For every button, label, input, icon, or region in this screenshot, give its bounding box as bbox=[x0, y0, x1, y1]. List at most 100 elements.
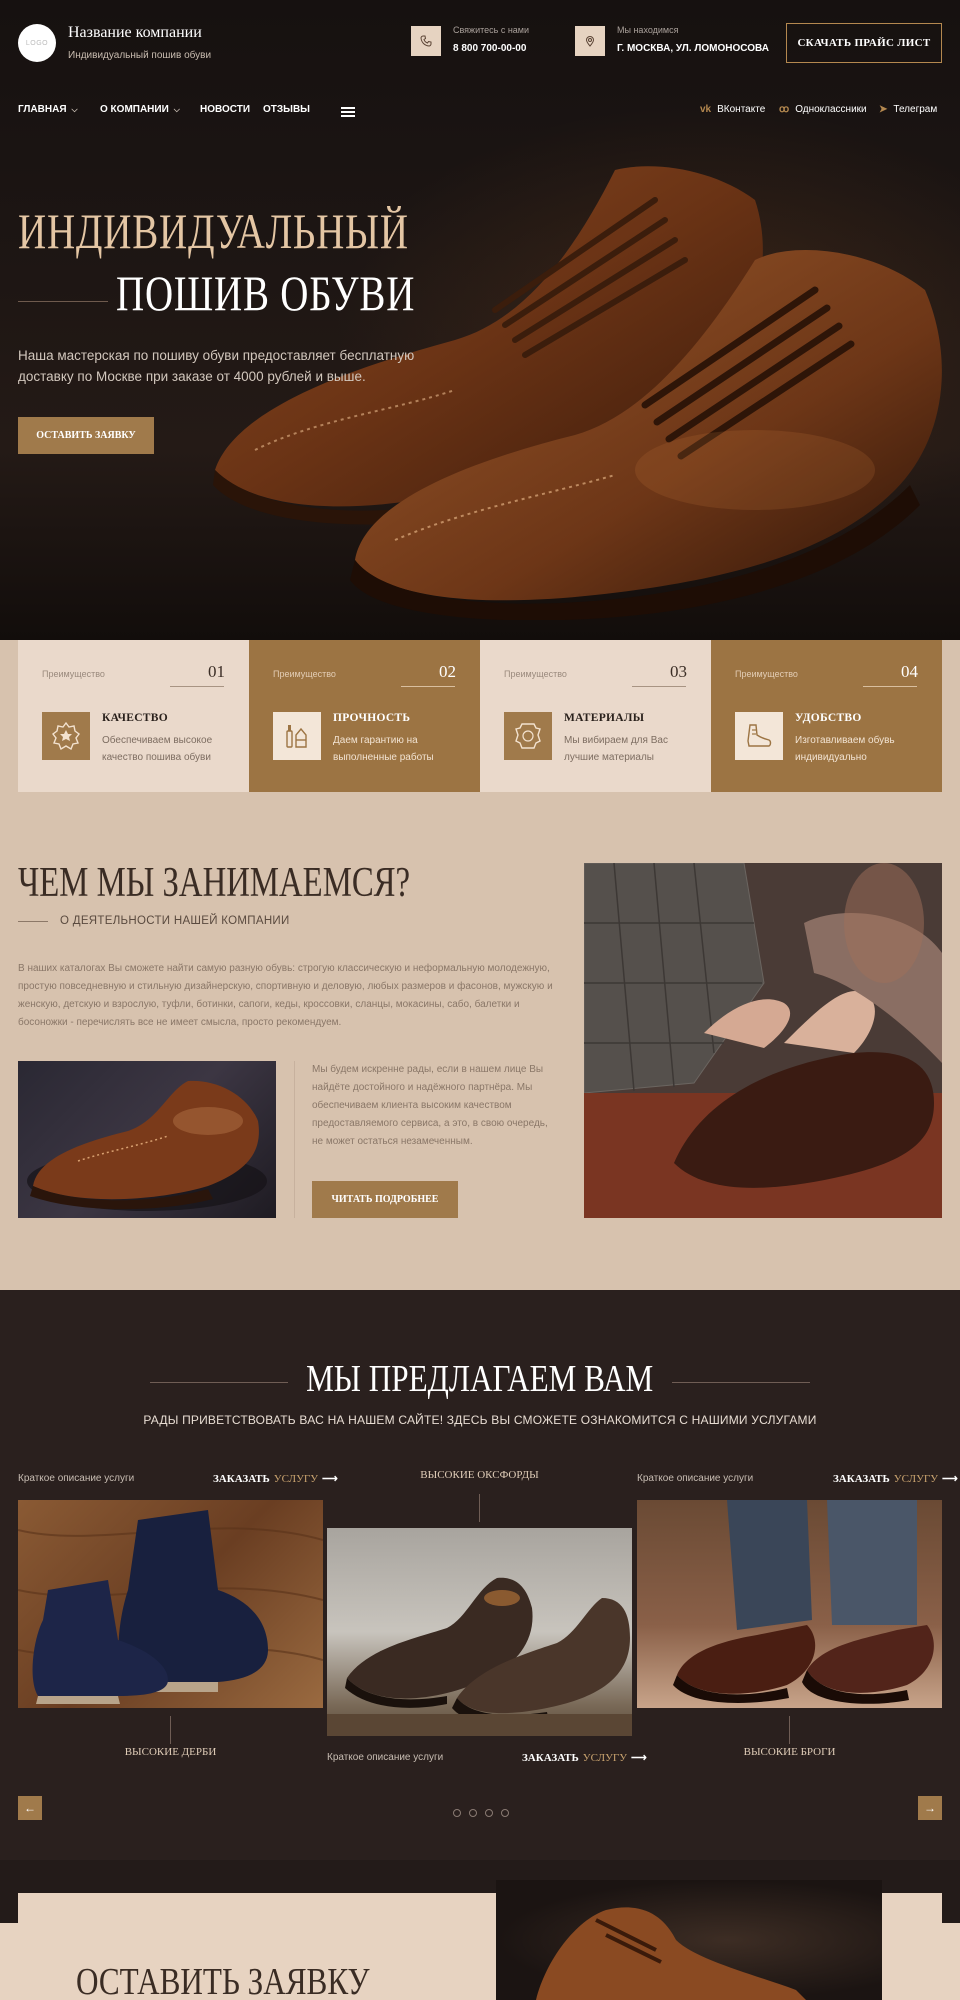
hero-request-button[interactable]: ОСТАВИТЬ ЗАЯВКУ bbox=[18, 417, 154, 454]
hero-title-line2: ПОШИВ ОБУВИ bbox=[116, 265, 416, 321]
menu-icon[interactable] bbox=[341, 107, 355, 117]
advantage-label: Преимущество bbox=[735, 669, 798, 679]
nav-item-label: НОВОСТИ bbox=[200, 104, 251, 115]
company-tagline: Индивидуальный пошив обуви bbox=[68, 50, 212, 61]
slider-next-button[interactable]: → bbox=[918, 1796, 942, 1820]
order-panel-right bbox=[882, 1893, 942, 2000]
social-label: Телеграм bbox=[893, 104, 938, 115]
advantage-title: УДОБСТВО bbox=[795, 712, 862, 724]
arrow-left-icon: ← bbox=[24, 1801, 36, 1815]
about-subtitle: О ДЕЯТЕЛЬНОСТИ НАШЕЙ КОМПАНИИ bbox=[60, 915, 290, 927]
service-card-connector bbox=[789, 1716, 790, 1744]
about-shoe-image bbox=[18, 1061, 276, 1218]
slider-dot[interactable] bbox=[453, 1809, 461, 1817]
order-label-accent: УСЛУГУ bbox=[273, 1472, 319, 1485]
advantage-divider bbox=[632, 686, 686, 687]
address-label: Мы находимся bbox=[617, 25, 679, 35]
about-text-main: В наших каталогах Вы сможете найти самую… bbox=[18, 963, 553, 1028]
order-service-button[interactable]: ЗАКАЗАТЬ УСЛУГУ ⟶ bbox=[522, 1751, 647, 1765]
order-label: ЗАКАЗАТЬ bbox=[213, 1472, 270, 1485]
order-shoe-image bbox=[496, 1880, 882, 2000]
service-card-label: Краткое описание услуги bbox=[18, 1473, 135, 1484]
service-card-image[interactable] bbox=[327, 1528, 632, 1736]
top-bar: LOGO Название компании Индивидуальный по… bbox=[0, 0, 960, 86]
chevron-down-icon: ⌵ bbox=[173, 104, 180, 114]
slider-prev-button[interactable]: ← bbox=[18, 1796, 42, 1820]
about-divider bbox=[294, 1061, 295, 1218]
social-telegram[interactable]: ➤ Телеграм bbox=[879, 104, 937, 115]
logo[interactable]: LOGO bbox=[18, 24, 56, 62]
advantage-card: Преимущество 03 МАТЕРИАЛЫ Мы вибираем дл… bbox=[480, 640, 711, 792]
telegram-icon: ➤ bbox=[879, 104, 888, 115]
advantage-description: Даем гарантию на выполненные работы bbox=[333, 735, 434, 763]
advantage-number: 01 bbox=[208, 662, 225, 681]
service-card-image[interactable] bbox=[637, 1500, 942, 1708]
hero-title-divider bbox=[18, 301, 108, 302]
order-label: ЗАКАЗАТЬ bbox=[522, 1751, 579, 1764]
service-card-title: ВЫСОКИЕ ДЕРБИ bbox=[124, 1746, 217, 1758]
order-title: ОСТАВИТЬ ЗАЯВКУ bbox=[76, 1961, 370, 2000]
arrow-right-icon: ⟶ bbox=[942, 1473, 958, 1485]
advantage-label: Преимущество bbox=[273, 669, 336, 679]
advantage-number: 03 bbox=[670, 662, 687, 681]
advantage-label: Преимущество bbox=[42, 669, 105, 679]
company-name: Название компании bbox=[68, 24, 202, 41]
about-lacing-image bbox=[584, 863, 942, 1218]
service-card-connector bbox=[170, 1716, 171, 1744]
advantage-card: Преимущество 04 УДОБСТВО Изготавливаем о… bbox=[711, 640, 942, 792]
about-text-secondary: Мы будем искренне рады, если в нашем лиц… bbox=[312, 1064, 548, 1147]
order-label-accent: УСЛУГУ bbox=[893, 1472, 939, 1485]
slider-dot[interactable] bbox=[501, 1809, 509, 1817]
service-card-title: ВЫСОКИЕ БРОГИ bbox=[743, 1746, 836, 1758]
order-panel-right-edge bbox=[942, 1923, 960, 2000]
read-more-button[interactable]: ЧИТАТЬ ПОДРОБНЕЕ bbox=[312, 1181, 458, 1218]
leather-icon bbox=[504, 712, 552, 760]
advantage-title: МАТЕРИАЛЫ bbox=[564, 712, 645, 724]
advantage-description: Мы вибираем для Вас лучшие материалы bbox=[564, 735, 668, 763]
service-card-label: Краткое описание услуги bbox=[327, 1752, 444, 1763]
social-vk[interactable]: vk ВКонтакте bbox=[700, 104, 765, 115]
social-ok[interactable]: ꝏ Одноклассники bbox=[779, 104, 867, 115]
hero-description: Наша мастерская по пошиву обуви предоста… bbox=[18, 348, 415, 384]
phone-icon bbox=[411, 26, 441, 56]
advantage-divider bbox=[863, 686, 917, 687]
download-price-button[interactable]: СКАЧАТЬ ПРАЙС ЛИСТ bbox=[786, 23, 942, 63]
advantage-card: Преимущество 01 КАЧЕСТВО Обеспечиваем вы… bbox=[18, 640, 249, 792]
tools-icon bbox=[273, 712, 321, 760]
advantage-number: 02 bbox=[439, 662, 456, 681]
nav-item-reviews[interactable]: ОТЗЫВЫ bbox=[263, 104, 310, 115]
nav-item-news[interactable]: НОВОСТИ bbox=[200, 104, 250, 115]
advantage-divider bbox=[401, 686, 455, 687]
advantage-description: Изготавливаем обувь индивидуально bbox=[795, 735, 895, 763]
order-service-button[interactable]: ЗАКАЗАТЬ УСЛУГУ ⟶ bbox=[833, 1472, 958, 1486]
advantage-title: ПРОЧНОСТЬ bbox=[333, 712, 411, 724]
nav-item-home[interactable]: ГЛАВНАЯ ⌵ bbox=[18, 104, 78, 115]
order-panel-left-edge bbox=[0, 1923, 18, 2000]
phone-number[interactable]: 8 800 700-00-00 bbox=[453, 43, 526, 54]
nav-item-label: О КОМПАНИИ bbox=[100, 104, 169, 115]
vk-icon: vk bbox=[700, 104, 712, 115]
slider-dot[interactable] bbox=[469, 1809, 477, 1817]
advantage-title: КАЧЕСТВО bbox=[102, 712, 168, 724]
shoe-icon bbox=[735, 712, 783, 760]
slider-dot[interactable] bbox=[485, 1809, 493, 1817]
phone-label: Свяжитесь с нами bbox=[453, 25, 530, 35]
advantage-number: 04 bbox=[901, 662, 918, 681]
service-card-image[interactable] bbox=[18, 1500, 323, 1708]
hero-section: LOGO Название компании Индивидуальный по… bbox=[0, 0, 960, 640]
social-label: Одноклассники bbox=[795, 104, 867, 115]
main-nav: ГЛАВНАЯ ⌵ О КОМПАНИИ ⌵ НОВОСТИ ОТЗЫВЫ vk ВК… bbox=[0, 104, 960, 124]
services-title-text: МЫ ПРЕДЛАГАЕМ ВАМ bbox=[306, 1358, 654, 1400]
service-card-title: ВЫСОКИЕ ОКСФОРДЫ bbox=[420, 1469, 539, 1481]
odnoklassniki-icon: ꝏ bbox=[779, 104, 790, 115]
order-label: ЗАКАЗАТЬ bbox=[833, 1472, 890, 1485]
order-service-button[interactable]: ЗАКАЗАТЬ УСЛУГУ ⟶ bbox=[213, 1472, 338, 1486]
nav-item-label: ОТЗЫВЫ bbox=[263, 104, 310, 115]
services-title-right-line bbox=[672, 1382, 810, 1383]
badge-icon bbox=[42, 712, 90, 760]
service-card-label: Краткое описание услуги bbox=[637, 1473, 754, 1484]
nav-item-about[interactable]: О КОМПАНИИ ⌵ bbox=[100, 104, 180, 115]
about-subtitle-divider bbox=[18, 921, 48, 922]
order-label-accent: УСЛУГУ bbox=[582, 1751, 628, 1764]
hero-title-line1: ИНДИВИДУАЛЬНЫЙ bbox=[18, 203, 409, 259]
